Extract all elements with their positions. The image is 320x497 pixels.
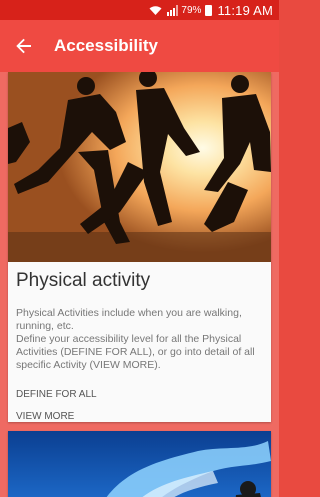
battery-icon — [205, 4, 213, 16]
view-more-button[interactable]: VIEW MORE — [16, 406, 266, 422]
activity-image — [8, 431, 271, 497]
wifi-icon — [149, 5, 162, 15]
status-bar: 79% 11:19 AM — [0, 0, 279, 20]
battery-percent: 79% — [181, 4, 202, 16]
running-people-image — [8, 72, 271, 262]
back-button[interactable] — [0, 20, 48, 72]
status-time: 11:19 AM — [217, 2, 273, 18]
define-for-all-button[interactable]: DEFINE FOR ALL — [16, 384, 266, 406]
signal-icon — [167, 4, 179, 16]
next-activity-card — [8, 431, 271, 497]
physical-activity-card: Physical activity Physical Activities in… — [8, 72, 271, 422]
app-bar: Accessibility — [0, 20, 279, 72]
card-list[interactable]: Physical activity Physical Activities in… — [0, 72, 279, 497]
card-description: Physical Activities include when you are… — [16, 307, 255, 371]
page-title: Accessibility — [54, 36, 158, 55]
card-title: Physical activity — [16, 270, 151, 291]
arrow-left-icon — [16, 38, 31, 54]
